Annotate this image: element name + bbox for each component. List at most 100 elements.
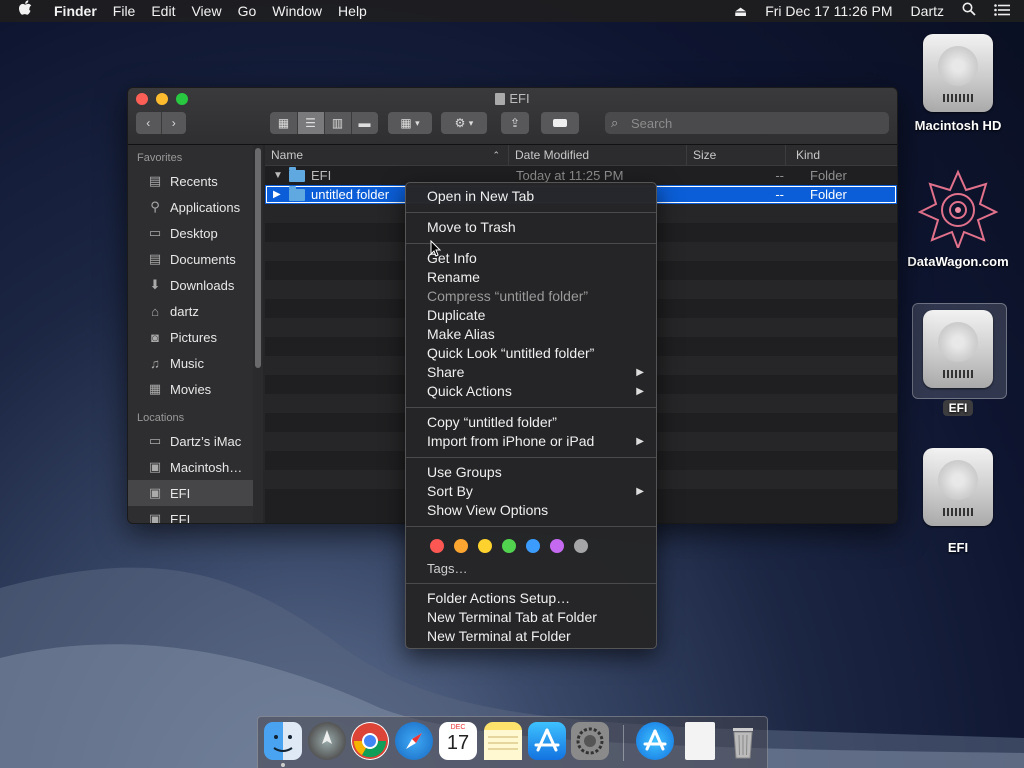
document-icon[interactable] xyxy=(685,722,715,760)
trash-icon[interactable] xyxy=(724,722,762,760)
tag-color-dot[interactable] xyxy=(454,539,468,553)
share-button[interactable]: ⇪ xyxy=(501,112,529,134)
menu-item-import-iphone[interactable]: Import from iPhone or iPad ▶ xyxy=(406,432,656,451)
column-header-name[interactable]: Name ⌃ xyxy=(265,145,509,165)
sidebar: Favorites ▤ Recents ⚲ Applications ▭ Deskto… xyxy=(128,145,253,523)
menu-edit[interactable]: Edit xyxy=(143,0,183,22)
menu-finder[interactable]: Finder xyxy=(46,0,105,22)
disclosure-closed-icon[interactable]: ▶ xyxy=(273,189,287,200)
desktop-icon-macintosh-hd[interactable]: Macintosh HD xyxy=(903,34,1013,133)
menu-item-duplicate[interactable]: Duplicate xyxy=(406,306,656,325)
sidebar-item-documents[interactable]: ▤ Documents xyxy=(128,246,253,272)
chrome-icon[interactable] xyxy=(351,722,389,760)
notification-center-icon[interactable] xyxy=(985,0,1024,22)
column-header-date[interactable]: Date Modified xyxy=(509,145,687,165)
sidebar-section-favorites: Favorites xyxy=(137,152,183,164)
back-forward-control: ‹ › xyxy=(136,112,186,134)
desktop-icon-efi[interactable]: EFI xyxy=(903,448,1013,555)
column-view-icon[interactable]: ▥ xyxy=(325,112,352,134)
sidebar-item-pictures[interactable]: ◙ Pictures xyxy=(128,324,253,350)
desktop-icon: ▭ xyxy=(148,225,162,240)
menu-item-get-info[interactable]: Get Info xyxy=(406,249,656,268)
menu-item-quick-actions[interactable]: Quick Actions ▶ xyxy=(406,382,656,401)
clock[interactable]: Fri Dec 17 11:26 PM xyxy=(756,0,901,22)
hard-drive-icon xyxy=(923,310,993,388)
menu-item-folder-actions[interactable]: Folder Actions Setup… xyxy=(406,589,656,608)
sidebar-item-downloads[interactable]: ⬇ Downloads xyxy=(128,272,253,298)
menu-item-share[interactable]: Share ▶ xyxy=(406,363,656,382)
sidebar-item-efi[interactable]: ▣ EFI xyxy=(128,506,253,523)
menu-item-rename[interactable]: Rename xyxy=(406,268,656,287)
chevron-down-icon: ▾ xyxy=(468,117,474,128)
menu-file[interactable]: File xyxy=(105,0,144,22)
list-view-icon[interactable]: ☰ xyxy=(297,112,325,134)
menu-item-new-terminal-tab[interactable]: New Terminal Tab at Folder xyxy=(406,608,656,627)
safari-icon[interactable] xyxy=(395,722,433,760)
tag-color-dot[interactable] xyxy=(430,539,444,553)
back-button[interactable]: ‹ xyxy=(136,112,162,134)
grid-icon: ▦ xyxy=(400,116,412,130)
menu-view[interactable]: View xyxy=(183,0,229,22)
sidebar-item-applications[interactable]: ⚲ Applications xyxy=(128,194,253,220)
app-store-download-icon[interactable] xyxy=(636,722,674,760)
menu-item-make-alias[interactable]: Make Alias xyxy=(406,325,656,344)
sidebar-item-desktop[interactable]: ▭ Desktop xyxy=(128,220,253,246)
sidebar-item-efi-selected[interactable]: ▣ EFI xyxy=(128,480,253,506)
tag-color-row xyxy=(430,539,588,553)
menu-window[interactable]: Window xyxy=(264,0,330,22)
apple-menu-icon[interactable] xyxy=(0,0,46,23)
forward-button[interactable]: › xyxy=(162,112,187,134)
sidebar-item-macintosh-hd[interactable]: ▣ Macintosh… xyxy=(128,454,253,480)
menu-item-show-view-options[interactable]: Show View Options xyxy=(406,501,656,520)
menu-item-label: Sort By xyxy=(427,483,473,499)
submenu-arrow-icon: ▶ xyxy=(636,386,644,397)
menu-item-quick-look[interactable]: Quick Look “untitled folder” xyxy=(406,344,656,363)
sidebar-item-imac[interactable]: ▭ Dartz’s iMac xyxy=(128,428,253,454)
spotlight-icon[interactable] xyxy=(953,0,985,22)
menu-item-sort-by[interactable]: Sort By ▶ xyxy=(406,482,656,501)
menu-item-copy[interactable]: Copy “untitled folder” xyxy=(406,413,656,432)
tag-color-dot[interactable] xyxy=(502,539,516,553)
launchpad-icon[interactable] xyxy=(308,722,346,760)
tags-button[interactable] xyxy=(541,112,579,134)
calendar-icon[interactable]: DEC 17 xyxy=(439,722,477,760)
desktop-icon-efi-selected[interactable]: EFI xyxy=(903,310,1013,416)
eject-icon[interactable]: ⏏ xyxy=(725,0,756,22)
menu-item-open-new-tab[interactable]: Open in New Tab xyxy=(406,187,656,206)
user-menu[interactable]: Dartz xyxy=(902,0,953,22)
tag-color-dot[interactable] xyxy=(478,539,492,553)
search-input[interactable]: ⌕ Search xyxy=(605,112,889,134)
group-button[interactable]: ▦ ▾ xyxy=(388,112,432,134)
menu-help[interactable]: Help xyxy=(330,0,375,22)
menu-item-tags[interactable]: Tags… xyxy=(406,559,656,578)
finder-icon[interactable] xyxy=(264,722,302,760)
notes-icon[interactable] xyxy=(484,722,522,760)
sidebar-item-movies[interactable]: ▦ Movies xyxy=(128,376,253,402)
desktop-icon-datawagon[interactable]: DataWagon.com xyxy=(903,168,1013,269)
menu-item-compress[interactable]: Compress “untitled folder” xyxy=(406,287,656,306)
sidebar-item-music[interactable]: ♫ Music xyxy=(128,350,253,376)
computer-icon: ▭ xyxy=(148,433,162,448)
menu-go[interactable]: Go xyxy=(230,0,265,22)
menu-item-label: Import from iPhone or iPad xyxy=(427,433,595,449)
sidebar-item-label: Pictures xyxy=(170,329,217,345)
tag-color-dot[interactable] xyxy=(550,539,564,553)
action-button[interactable]: ⚙ ▾ xyxy=(441,112,487,134)
menu-item-new-terminal[interactable]: New Terminal at Folder xyxy=(406,627,656,646)
app-store-icon[interactable] xyxy=(528,722,566,760)
sidebar-item-label: Documents xyxy=(170,251,236,267)
sidebar-item-home[interactable]: ⌂ dartz xyxy=(128,298,253,324)
menu-item-use-groups[interactable]: Use Groups xyxy=(406,463,656,482)
system-preferences-icon[interactable] xyxy=(571,722,609,760)
menu-item-label: Share xyxy=(427,364,465,380)
column-header-kind[interactable]: Kind xyxy=(786,145,897,165)
tag-color-dot[interactable] xyxy=(574,539,588,553)
sidebar-item-recents[interactable]: ▤ Recents xyxy=(128,168,253,194)
icon-view-icon[interactable]: ▦ xyxy=(271,112,298,134)
sidebar-scrollbar[interactable] xyxy=(253,145,263,523)
menu-item-move-to-trash[interactable]: Move to Trash xyxy=(406,218,656,237)
gallery-view-icon[interactable]: ▬ xyxy=(352,112,378,134)
column-header-size[interactable]: Size xyxy=(687,145,786,165)
disclosure-open-icon[interactable]: ▼ xyxy=(273,170,287,181)
tag-color-dot[interactable] xyxy=(526,539,540,553)
